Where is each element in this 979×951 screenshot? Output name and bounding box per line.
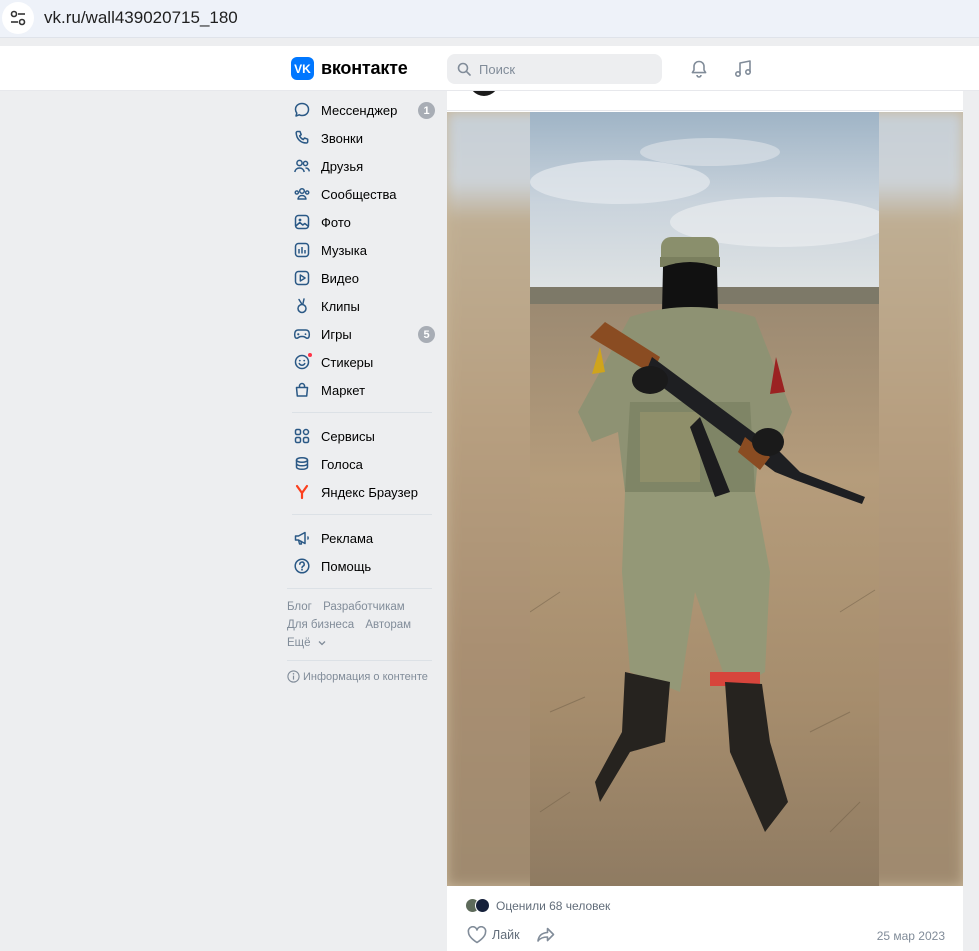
vk-logo[interactable]: VK вконтакте: [291, 57, 408, 80]
vk-logo-mark: VK: [291, 57, 314, 80]
info-icon: [287, 670, 300, 683]
menu-label: Музыка: [321, 242, 367, 258]
share-button[interactable]: [536, 926, 556, 944]
phone-icon: [292, 128, 312, 148]
likes-count-text: Оценили 68 человек: [496, 898, 611, 913]
menu-item-help[interactable]: Помощь: [287, 552, 442, 580]
notifications-bell-icon[interactable]: [687, 57, 711, 81]
menu-label: Клипы: [321, 298, 360, 314]
chat-bubble-icon: [292, 100, 312, 120]
post-date[interactable]: 25 мар 2023: [877, 929, 945, 943]
share-icon: [536, 927, 554, 942]
services-icon: [292, 426, 312, 446]
menu-item-communities[interactable]: Сообщества: [287, 180, 442, 208]
search-icon: [457, 62, 471, 76]
menu-item-stickers[interactable]: Стикеры: [287, 348, 442, 376]
menu-label: Сервисы: [321, 428, 375, 444]
menu-label: Голоса: [321, 456, 363, 472]
menu-label: Помощь: [321, 558, 372, 574]
menu-label: Стикеры: [321, 354, 374, 370]
chevron-down-icon: [318, 641, 326, 646]
coins-icon: [292, 454, 312, 474]
games-badge: 5: [418, 326, 435, 343]
menu-item-video[interactable]: Видео: [287, 264, 442, 292]
footer-link-more: Ещё: [287, 637, 311, 649]
author-avatar[interactable]: [468, 91, 500, 96]
menu-item-messenger[interactable]: Мессенджер 1: [287, 96, 442, 124]
friends-icon: [292, 156, 312, 176]
music-player-icon[interactable]: [731, 57, 755, 81]
footer-link-business[interactable]: Для бизнеса: [287, 619, 354, 631]
menu-item-yandex-browser[interactable]: Яндекс Браузер: [287, 478, 442, 506]
menu-item-music[interactable]: Музыка: [287, 236, 442, 264]
menu-separator: [287, 660, 432, 661]
menu-separator: [292, 412, 432, 413]
footer-more[interactable]: Ещё: [287, 634, 442, 652]
menu-item-votes[interactable]: Голоса: [287, 450, 442, 478]
heart-icon: [467, 926, 487, 944]
menu-label: Яндекс Браузер: [321, 484, 418, 500]
menu-item-calls[interactable]: Звонки: [287, 124, 442, 152]
unread-badge: 1: [418, 102, 435, 119]
vk-header: VK вконтакте: [0, 46, 979, 91]
bag-icon: [292, 380, 312, 400]
menu-item-games[interactable]: Игры 5: [287, 320, 442, 348]
megaphone-icon: [292, 528, 312, 548]
menu-separator: [292, 514, 432, 515]
left-menu: Мессенджер 1 Звонки Друзья Сообщества Фо…: [287, 96, 442, 683]
vk-logo-text: вконтакте: [321, 58, 408, 78]
content-info-link[interactable]: Информация о контенте: [287, 670, 442, 683]
wall-post: Оценили 68 человек Лайк 25 мар 2023: [447, 91, 963, 951]
search-box[interactable]: [447, 54, 662, 84]
footer-link-authors[interactable]: Авторам: [365, 619, 411, 631]
menu-separator: [287, 588, 432, 589]
menu-label: Реклама: [321, 530, 374, 546]
menu-label: Звонки: [321, 130, 363, 146]
post-footer: Оценили 68 человек Лайк 25 мар 2023: [447, 886, 963, 951]
url-text[interactable]: vk.ru/wall439020715_180: [44, 8, 238, 28]
music-icon: [292, 240, 312, 260]
clips-icon: [292, 296, 312, 316]
menu-label: Видео: [321, 270, 359, 286]
menu-label: Сообщества: [321, 186, 397, 202]
site-settings-icon[interactable]: [2, 2, 34, 34]
post-actions: Лайк: [467, 926, 556, 944]
help-icon: [292, 556, 312, 576]
menu-label: Мессенджер: [321, 102, 398, 118]
menu-item-photos[interactable]: Фото: [287, 208, 442, 236]
menu-item-friends[interactable]: Друзья: [287, 152, 442, 180]
menu-item-ads[interactable]: Реклама: [287, 524, 442, 552]
likes-summary[interactable]: Оценили 68 человек: [465, 898, 610, 913]
video-icon: [292, 268, 312, 288]
communities-icon: [292, 184, 312, 204]
post-header: [447, 91, 963, 111]
menu-label: Маркет: [321, 382, 366, 398]
footer-link-blog[interactable]: Блог: [287, 601, 312, 613]
post-photo[interactable]: [447, 112, 963, 886]
liker-avatar: [475, 898, 490, 913]
menu-label: Фото: [321, 214, 351, 230]
gamepad-icon: [292, 324, 312, 344]
photo-icon: [292, 212, 312, 232]
browser-address-bar: vk.ru/wall439020715_180: [0, 0, 979, 38]
like-button[interactable]: Лайк: [467, 926, 520, 944]
menu-item-market[interactable]: Маркет: [287, 376, 442, 404]
footer-links: Блог Разработчикам Для бизнеса Авторам Е…: [287, 598, 442, 652]
menu-label: Игры: [321, 326, 352, 342]
search-input[interactable]: [479, 61, 649, 77]
new-dot: [307, 352, 313, 358]
menu-item-clips[interactable]: Клипы: [287, 292, 442, 320]
footer-link-developers[interactable]: Разработчикам: [323, 601, 405, 613]
menu-label: Друзья: [321, 158, 364, 174]
sticker-icon: [292, 352, 313, 372]
content-info-label: Информация о контенте: [303, 670, 428, 683]
soldier-photo: [530, 112, 879, 886]
like-label: Лайк: [492, 928, 520, 942]
yandex-icon: [292, 482, 312, 502]
menu-item-services[interactable]: Сервисы: [287, 422, 442, 450]
